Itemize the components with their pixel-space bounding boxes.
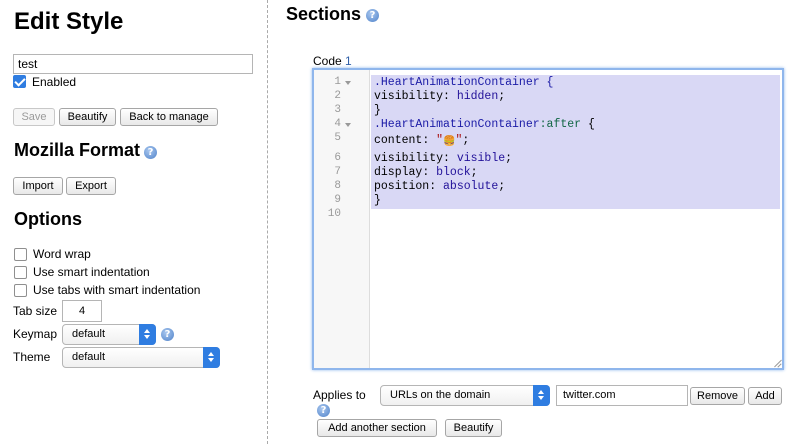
code-line: } xyxy=(374,104,381,117)
select-arrows-icon xyxy=(139,324,156,345)
line-number: 9 xyxy=(334,194,341,206)
import-button[interactable]: Import xyxy=(13,177,63,195)
code-line: visibility: hidden; xyxy=(374,90,506,103)
line-number: 1 xyxy=(334,76,341,88)
remove-button[interactable]: Remove xyxy=(690,387,745,405)
hamburger-emoji-icon: 🍔 xyxy=(443,137,456,148)
options-heading: Options xyxy=(14,209,82,229)
keymap-select[interactable]: default xyxy=(62,324,156,345)
code-editor[interactable]: 1 2 3 4 5 6 7 8 9 10 .HeartAnimationCont… xyxy=(312,68,784,370)
enabled-label: Enabled xyxy=(32,75,77,89)
applies-to-label: Applies to xyxy=(313,388,366,402)
keymap-value: default xyxy=(72,328,106,340)
line-number: 5 xyxy=(334,132,341,144)
tab-size-label: Tab size xyxy=(13,304,58,318)
tabs-smart-indent-checkbox[interactable] xyxy=(14,284,27,297)
enabled-checkbox[interactable] xyxy=(13,75,26,88)
code-line: display: block; xyxy=(374,166,478,179)
beautify-button[interactable]: Beautify xyxy=(59,108,116,126)
page-title: Edit Style xyxy=(14,8,124,35)
resize-handle-icon[interactable] xyxy=(772,358,781,367)
smart-indent-label: Use smart indentation xyxy=(33,265,150,279)
add-button[interactable]: Add xyxy=(748,387,782,405)
word-wrap-label: Word wrap xyxy=(33,247,91,261)
editor-gutter: 1 2 3 4 5 6 7 8 9 10 xyxy=(314,70,370,368)
line-number: 10 xyxy=(327,208,341,220)
help-icon[interactable]: ? xyxy=(144,146,157,159)
back-to-manage-button[interactable]: Back to manage xyxy=(120,108,218,126)
word-wrap-checkbox[interactable] xyxy=(14,248,27,261)
line-number: 4 xyxy=(334,118,341,130)
style-name-input[interactable]: test xyxy=(13,54,253,74)
beautify-section-button[interactable]: Beautify xyxy=(445,419,502,437)
line-number: 2 xyxy=(334,90,341,102)
code-line: position: absolute; xyxy=(374,180,506,193)
tab-size-input[interactable]: 4 xyxy=(62,300,102,322)
line-number: 3 xyxy=(334,104,341,116)
applies-type-select[interactable]: URLs on the domain xyxy=(380,385,550,406)
mozilla-format-heading: Mozilla Format xyxy=(14,140,141,160)
code-line: visibility: visible; xyxy=(374,152,513,165)
theme-value: default xyxy=(72,351,106,363)
help-icon[interactable]: ? xyxy=(161,328,174,341)
code-line: .HeartAnimationContainer { xyxy=(374,76,554,89)
export-button[interactable]: Export xyxy=(66,177,116,195)
line-number: 8 xyxy=(334,180,341,192)
applies-type-value: URLs on the domain xyxy=(390,389,491,401)
fold-arrow-icon[interactable] xyxy=(345,123,351,127)
select-arrows-icon[interactable] xyxy=(533,385,550,406)
code-line: .HeartAnimationContainer:after { xyxy=(374,118,595,131)
save-button[interactable]: Save xyxy=(13,108,55,126)
keymap-label: Keymap xyxy=(13,327,58,341)
help-icon[interactable]: ? xyxy=(317,404,330,417)
applies-value-input[interactable]: twitter.com xyxy=(556,385,688,406)
sidebar: Edit Style test Enabled Save Beautify Ba… xyxy=(0,0,268,444)
code-line: } xyxy=(374,194,381,207)
code-label: Code 1 xyxy=(313,54,352,68)
fold-arrow-icon[interactable] xyxy=(345,81,351,85)
sections-heading: Sections xyxy=(286,4,362,24)
line-number: 7 xyxy=(334,166,341,178)
smart-indent-checkbox[interactable] xyxy=(14,266,27,279)
help-icon[interactable]: ? xyxy=(366,9,379,22)
tabs-smart-indent-label: Use tabs with smart indentation xyxy=(33,283,201,297)
select-arrows-icon xyxy=(203,347,220,368)
theme-select[interactable]: default xyxy=(62,347,220,368)
theme-label: Theme xyxy=(13,350,51,364)
code-line: content: "🍔"; xyxy=(374,134,470,148)
add-another-section-button[interactable]: Add another section xyxy=(317,419,437,437)
line-number: 6 xyxy=(334,152,341,164)
